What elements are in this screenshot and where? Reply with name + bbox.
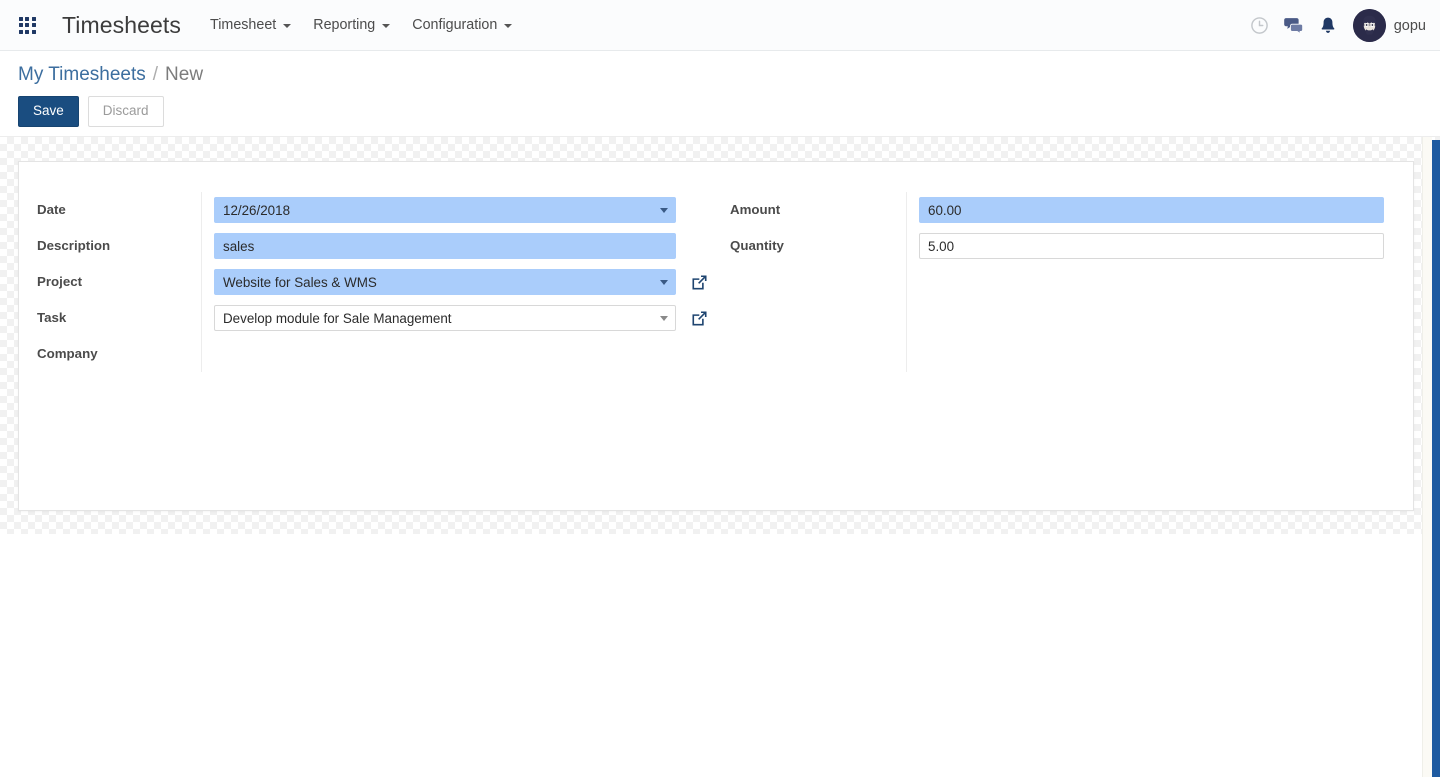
project-value: Website for Sales & WMS <box>223 274 377 290</box>
activity-clock-icon <box>1251 17 1269 34</box>
task-value: Develop module for Sale Management <box>223 310 452 326</box>
company-input[interactable] <box>214 341 676 367</box>
date-value: 12/26/2018 <box>223 202 291 218</box>
field-row-spacer <box>716 264 1413 300</box>
chevron-down-icon[interactable] <box>660 208 668 213</box>
avatar[interactable] <box>1352 9 1386 42</box>
main-menu: Timesheet Reporting Configuration <box>199 11 523 39</box>
apps-grid-icon <box>18 16 36 34</box>
field-label-date: Date <box>37 201 66 217</box>
breadcrumb-current: New <box>165 64 204 85</box>
quantity-value: 5.00 <box>928 238 955 254</box>
field-row-quantity: Quantity 5.00 <box>716 228 1413 264</box>
field-cell-project: Website for Sales & WMS <box>201 264 716 300</box>
task-input[interactable]: Develop module for Sale Management <box>214 305 676 331</box>
field-cell-amount: 60.00 <box>906 192 1413 228</box>
amount-value: 60.00 <box>928 202 962 218</box>
date-input[interactable]: 12/26/2018 <box>214 197 676 223</box>
app-brand-title[interactable]: Timesheets <box>62 12 181 39</box>
chevron-down-icon[interactable] <box>660 316 668 321</box>
form-column-left: Date 12/26/2018 Description sales Projec… <box>19 192 716 372</box>
form-columns: Date 12/26/2018 Description sales Projec… <box>19 192 1413 372</box>
field-row-description: Description sales <box>19 228 716 264</box>
vertical-scrollbar-track[interactable] <box>1422 137 1432 777</box>
field-label-amount: Amount <box>730 201 781 217</box>
breadcrumb-separator: / <box>152 64 159 85</box>
field-label-project: Project <box>37 273 83 289</box>
top-navbar: Timesheets Timesheet Reporting Configura… <box>0 0 1440 51</box>
form-column-right: Amount 60.00 Quantity 5.00 <box>716 192 1413 372</box>
description-value: sales <box>223 238 255 254</box>
spacer-cell <box>906 264 1413 300</box>
menu-timesheet-label: Timesheet <box>210 17 277 33</box>
notifications-bell-icon <box>1321 17 1335 33</box>
menu-configuration[interactable]: Configuration <box>401 11 523 39</box>
username-label[interactable]: gopu <box>1394 18 1426 34</box>
field-label-task: Task <box>37 309 67 325</box>
field-cell-task: Develop module for Sale Management <box>201 300 716 336</box>
field-label-quantity: Quantity <box>730 237 784 253</box>
field-cell-company <box>201 336 716 372</box>
field-row-task: Task Develop module for Sale Management <box>19 300 716 336</box>
navbar-right-group: gopu <box>1243 0 1426 51</box>
vertical-scrollbar[interactable] <box>1432 140 1440 777</box>
form-sheet: Date 12/26/2018 Description sales Projec… <box>18 161 1414 511</box>
breadcrumb: My Timesheets / New <box>18 65 1440 84</box>
save-button[interactable]: Save <box>18 96 79 128</box>
avatar-image <box>1352 9 1386 42</box>
spacer-cell <box>906 300 1413 336</box>
apps-menu-toggle[interactable] <box>12 10 42 40</box>
menu-timesheet[interactable]: Timesheet <box>199 11 302 39</box>
page-bottom-area <box>0 534 1440 763</box>
amount-input[interactable]: 60.00 <box>919 197 1384 223</box>
external-link-icon <box>692 310 707 326</box>
field-row-date: Date 12/26/2018 <box>19 192 716 228</box>
messages-chat-icon <box>1284 18 1304 35</box>
project-external-link-button[interactable] <box>690 273 709 292</box>
task-external-link-button[interactable] <box>690 309 709 328</box>
messages-button[interactable] <box>1277 9 1311 43</box>
menu-reporting-label: Reporting <box>313 17 376 33</box>
field-cell-date: 12/26/2018 <box>201 192 716 228</box>
menu-reporting[interactable]: Reporting <box>302 11 401 39</box>
project-input[interactable]: Website for Sales & WMS <box>214 269 676 295</box>
field-label-description: Description <box>37 237 111 253</box>
spacer-cell <box>906 336 1413 372</box>
chevron-down-icon <box>504 24 513 28</box>
field-row-spacer <box>716 300 1413 336</box>
field-cell-description: sales <box>201 228 716 264</box>
form-view-background: Date 12/26/2018 Description sales Projec… <box>0 137 1440 534</box>
field-cell-quantity: 5.00 <box>906 228 1413 264</box>
chevron-down-icon <box>382 24 391 28</box>
chevron-down-icon <box>283 24 292 28</box>
field-row-company: Company <box>19 336 716 372</box>
quantity-input[interactable]: 5.00 <box>919 233 1384 259</box>
external-link-icon <box>692 274 707 290</box>
notifications-button[interactable] <box>1311 9 1345 43</box>
field-row-amount: Amount 60.00 <box>716 192 1413 228</box>
field-row-project: Project Website for Sales & WMS <box>19 264 716 300</box>
control-panel: My Timesheets / New Save Discard <box>0 51 1440 137</box>
discard-button[interactable]: Discard <box>87 96 164 128</box>
breadcrumb-parent[interactable]: My Timesheets <box>18 65 146 84</box>
chevron-down-icon[interactable] <box>660 280 668 285</box>
field-row-spacer <box>716 336 1413 372</box>
activity-clock-button[interactable] <box>1243 9 1277 43</box>
menu-configuration-label: Configuration <box>412 17 498 33</box>
field-label-company: Company <box>37 345 98 361</box>
record-action-buttons: Save Discard <box>18 96 1440 128</box>
description-input[interactable]: sales <box>214 233 676 259</box>
